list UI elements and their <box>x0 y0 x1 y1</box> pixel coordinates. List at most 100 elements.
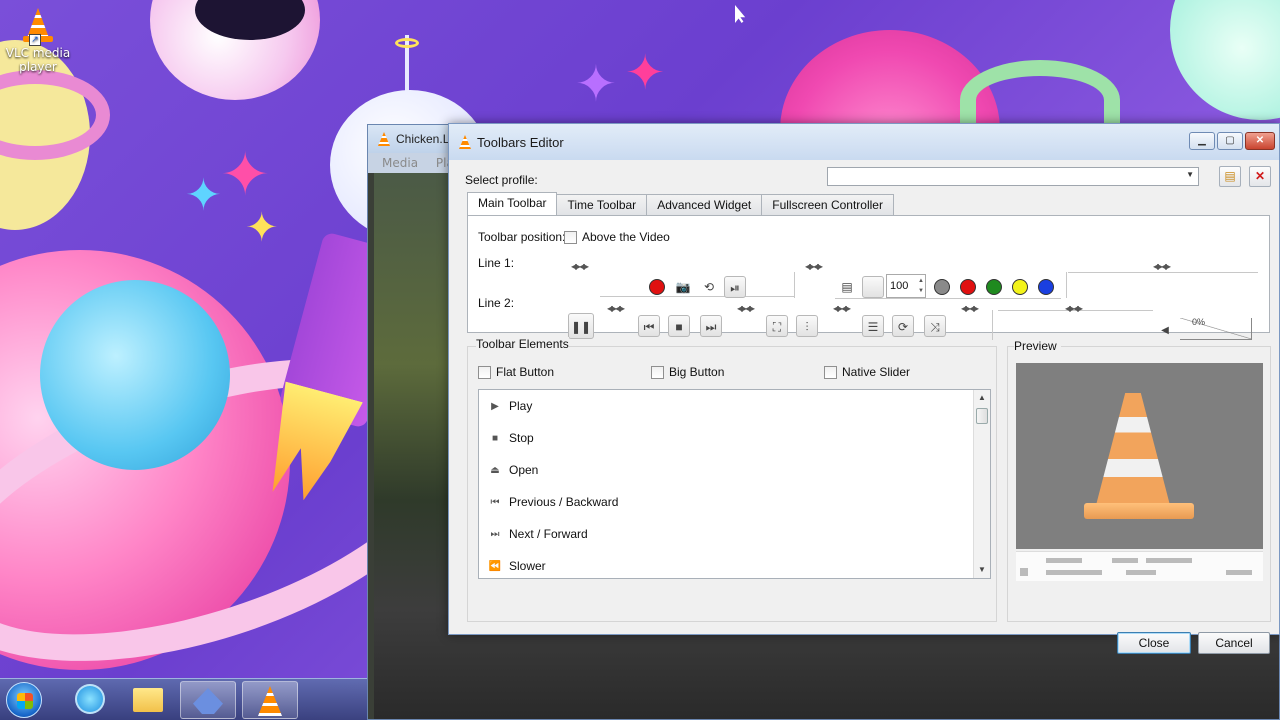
native-slider-checkbox[interactable] <box>824 366 837 380</box>
snapshot-icon[interactable]: 📷 <box>672 276 694 298</box>
list-scrollbar[interactable]: ▲ ▼ <box>973 390 990 578</box>
main-toolbar-panel: Toolbar position: Above the Video Line 1… <box>467 215 1270 340</box>
vlc-cone-icon: ↗ <box>21 8 55 46</box>
speed-spinbox[interactable]: 100 <box>886 274 926 298</box>
preview-title: Preview <box>1014 339 1061 353</box>
spacer-icon[interactable]: ◂▸◂▸ <box>1060 302 1086 314</box>
toolbar-elements-title: Toolbar Elements <box>476 337 569 351</box>
profile-select[interactable] <box>827 167 1199 186</box>
tab-advanced-widget[interactable]: Advanced Widget <box>646 194 763 215</box>
dialog-titlebar[interactable]: Toolbars Editor ▁ ▢ ✕ <box>449 124 1279 160</box>
vlc-main-title: Chicken.L <box>396 132 450 146</box>
toolbar-elements-list[interactable]: ▶ Play ■ Stop ⏏ Open ⏮ Previous / Backward ⏭ Next… <box>478 389 991 579</box>
scroll-thumb[interactable] <box>976 408 988 424</box>
spacer-icon[interactable]: ◂▸◂▸ <box>602 302 628 314</box>
tab-time-toolbar[interactable]: Time Toolbar <box>556 194 648 215</box>
shuffle-icon[interactable]: ⤨ <box>924 315 946 337</box>
record-icon[interactable] <box>646 276 668 298</box>
list-item[interactable]: ⏮ Previous / Backward <box>479 486 990 518</box>
above-video-checkbox[interactable] <box>564 231 577 245</box>
vlc-cone-base <box>1084 503 1194 519</box>
next-icon: ⏭ <box>490 528 500 540</box>
dialog-body: Select profile: ▤ ✕ Main Toolbar Time To… <box>449 160 1279 654</box>
toolbar-elements-group: Toolbar Elements Flat Button Big Button … <box>467 337 997 622</box>
delete-profile-button[interactable]: ✕ <box>1249 166 1271 187</box>
spacer-icon[interactable]: ◂▸◂▸ <box>800 260 826 272</box>
next-icon[interactable]: ⏭ <box>700 315 722 337</box>
preview-group: Preview <box>1007 339 1271 622</box>
desktop-icon-vlc[interactable]: ↗ VLC media player <box>2 8 74 74</box>
stop-icon[interactable]: ■ <box>668 315 690 337</box>
native-slider-option[interactable]: Native Slider <box>824 365 911 380</box>
speaker-icon[interactable]: ◀ <box>1154 320 1176 342</box>
red-circle-icon[interactable] <box>960 279 976 295</box>
green-circle-icon[interactable] <box>986 279 1002 295</box>
list-item[interactable]: ⏪ Slower <box>479 550 990 578</box>
spacer-icon[interactable]: ◂▸◂▸ <box>1148 260 1174 272</box>
taskbar-vlc-button[interactable] <box>242 681 298 719</box>
spacer-icon[interactable]: ◂▸◂▸ <box>956 302 982 314</box>
big-button-checkbox[interactable] <box>651 366 664 380</box>
menu-media[interactable]: Media <box>382 156 418 170</box>
toolbars-editor-dialog: Toolbars Editor ▁ ▢ ✕ Select profile: ▤ … <box>448 123 1280 654</box>
loop-icon[interactable]: ⟳ <box>892 315 914 337</box>
yellow-circle-icon[interactable] <box>1012 279 1028 295</box>
shortcut-arrow-icon: ↗ <box>29 34 41 46</box>
minimize-button[interactable]: ▁ <box>1189 132 1215 150</box>
scroll-up-icon[interactable]: ▲ <box>974 390 990 406</box>
big-button-option[interactable]: Big Button <box>651 365 724 380</box>
native-slider-label: Native Slider <box>842 365 911 379</box>
cancel-button[interactable]: Cancel <box>1198 632 1270 654</box>
stop-icon: ■ <box>491 432 499 444</box>
taskbar-app-button[interactable] <box>180 681 236 719</box>
vlc-cone-icon <box>1094 393 1172 513</box>
line1-group2-underline <box>835 298 1061 299</box>
flat-button-option[interactable]: Flat Button <box>478 365 554 380</box>
toolbar-position-label: Toolbar position: <box>478 230 566 244</box>
blank-widget[interactable] <box>862 276 884 298</box>
preview-toolbar-thumbnail <box>1016 551 1263 581</box>
above-video-option[interactable]: Above the Video <box>564 230 670 245</box>
list-item[interactable]: ⏭ Next / Forward <box>479 518 990 550</box>
gray-circle-icon[interactable] <box>934 279 950 295</box>
list-item[interactable]: ■ Stop <box>479 422 990 454</box>
fullscreen-icon[interactable]: ⛶ <box>766 315 788 337</box>
sparkle-icon: ✦ <box>185 170 222 221</box>
line1-separator <box>794 272 795 298</box>
select-profile-label: Select profile: <box>465 173 538 187</box>
extended-settings-icon[interactable]: ⫶ <box>796 315 818 337</box>
playlist-icon[interactable]: ▤ <box>836 276 858 298</box>
scroll-down-icon[interactable]: ▼ <box>974 562 990 578</box>
flat-button-checkbox[interactable] <box>478 366 491 380</box>
close-button[interactable]: Close <box>1117 632 1191 654</box>
vlc-cone-icon <box>258 686 282 716</box>
desktop-icon-label-line1: VLC media <box>5 46 71 60</box>
start-button[interactable] <box>6 682 42 718</box>
volume-slider[interactable] <box>1180 318 1252 340</box>
mouse-cursor-icon <box>735 5 746 23</box>
previous-icon[interactable]: ⏮ <box>638 315 660 337</box>
pause-icon[interactable]: ❚❚ <box>568 313 594 339</box>
close-window-button[interactable]: ✕ <box>1245 132 1275 150</box>
frame-by-frame-icon[interactable]: ⏯ <box>724 276 746 298</box>
blue-circle-icon[interactable] <box>1038 279 1054 295</box>
spacer-icon[interactable]: ◂▸◂▸ <box>828 302 854 314</box>
delete-icon: ✕ <box>1254 169 1266 183</box>
slower-icon: ⏪ <box>488 560 502 572</box>
list-item[interactable]: ▶ Play <box>479 390 990 422</box>
browser-icon <box>75 684 105 714</box>
maximize-button[interactable]: ▢ <box>1217 132 1243 150</box>
list-item-label: Next / Forward <box>509 527 588 541</box>
playlist-toggle-icon[interactable]: ☰ <box>862 315 884 337</box>
sparkle-icon: ✦ <box>220 140 271 210</box>
taskbar-browser-button[interactable] <box>62 681 118 719</box>
loop-ab-icon[interactable]: ⟲ <box>698 276 720 298</box>
spacer-icon[interactable]: ◂▸◂▸ <box>732 302 758 314</box>
taskbar-explorer-button[interactable] <box>120 681 176 719</box>
list-item[interactable]: ⏏ Open <box>479 454 990 486</box>
sparkle-icon: ✦ <box>625 45 666 101</box>
spacer-icon[interactable]: ◂▸◂▸ <box>566 260 592 272</box>
tab-fullscreen-controller[interactable]: Fullscreen Controller <box>761 194 894 215</box>
tab-main-toolbar[interactable]: Main Toolbar <box>467 192 558 215</box>
new-profile-button[interactable]: ▤ <box>1219 166 1241 187</box>
